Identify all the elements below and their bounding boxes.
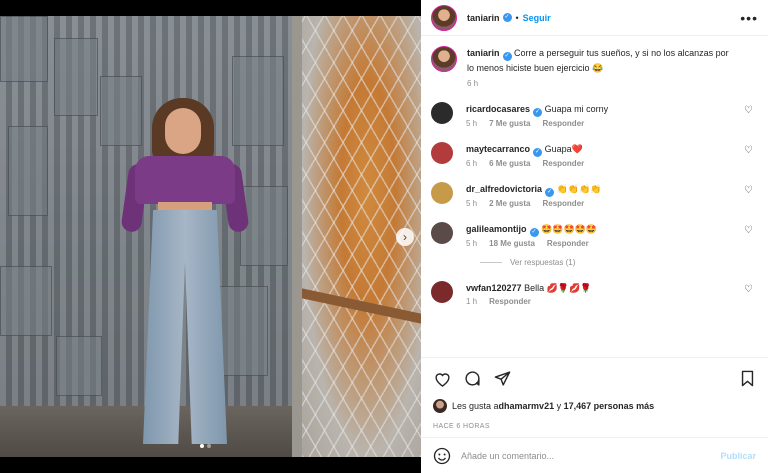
comment-text: 👏👏👏👏 (556, 184, 602, 194)
comments-list[interactable]: taniarin ✓ Corre a perseguir tus sueños, … (421, 36, 768, 357)
metal-post (292, 16, 302, 457)
reply-button[interactable]: Responder (489, 297, 531, 306)
commenter-avatar[interactable] (431, 102, 453, 124)
heart-icon[interactable]: ♡ (744, 106, 754, 116)
carousel-dots (200, 444, 211, 448)
comment-text: Guapa mi corny (544, 104, 609, 114)
comment-button[interactable] (463, 370, 481, 388)
heart-icon[interactable]: ♡ (744, 186, 754, 196)
post-side-panel: taniarin ✓ • Seguir ••• taniarin ✓ Corre … (421, 0, 768, 473)
comment-time: 6 h (466, 159, 478, 168)
post-actions (421, 357, 768, 399)
woman-figure (115, 86, 255, 457)
commenter-username[interactable]: maytecarranco (466, 144, 530, 154)
caption-avatar[interactable] (431, 46, 457, 72)
share-button[interactable] (493, 370, 511, 388)
comment-likes[interactable]: 6 Me gusta (489, 159, 530, 168)
heart-icon[interactable]: ♡ (744, 285, 754, 295)
heart-icon[interactable]: ♡ (744, 146, 754, 156)
carousel-dot (207, 444, 211, 448)
commenter-avatar[interactable] (431, 222, 453, 244)
post-media[interactable]: › (0, 0, 421, 473)
caption-username[interactable]: taniarin (467, 48, 500, 58)
reply-button[interactable]: Responder (542, 159, 584, 168)
verified-badge-icon: ✓ (502, 13, 512, 22)
comment-text: Guapa❤️ (544, 144, 583, 154)
save-button[interactable] (738, 370, 756, 388)
more-options-icon[interactable]: ••• (740, 10, 758, 26)
caption-time: 6 h (467, 79, 479, 88)
verified-badge-icon: ✓ (533, 108, 543, 117)
comment-item: dr_alfredovictoria ✓ 👏👏👏👏 5 h 2 Me gusta … (431, 182, 758, 208)
reply-button[interactable]: Responder (547, 239, 589, 248)
follow-button[interactable]: Seguir (523, 13, 551, 23)
author-avatar[interactable] (431, 4, 457, 31)
comment-icon (464, 371, 480, 386)
send-icon (494, 371, 510, 386)
comment-likes[interactable]: 2 Me gusta (489, 199, 530, 208)
reply-button[interactable]: Responder (542, 119, 584, 128)
liker-username[interactable]: dhamarmv21 (499, 401, 555, 411)
commenter-avatar[interactable] (431, 281, 453, 303)
verified-badge-icon: ✓ (545, 188, 555, 197)
post-photo (0, 16, 421, 457)
add-comment-bar: Publicar (421, 437, 768, 473)
heart-icon (434, 372, 450, 387)
comment-item: maytecarranco ✓ Guapa❤️ 6 h 6 Me gusta Re… (431, 142, 758, 168)
comment-likes[interactable]: 18 Me gusta (489, 239, 535, 248)
emoji-icon[interactable] (433, 447, 451, 465)
replies-divider (480, 262, 502, 263)
commenter-username[interactable]: ricardocasares (466, 104, 530, 114)
commenter-username[interactable]: dr_alfredovictoria (466, 184, 542, 194)
heart-icon[interactable]: ♡ (744, 226, 754, 236)
author-username[interactable]: taniarin (467, 13, 500, 23)
bookmark-icon (741, 370, 753, 387)
likes-count[interactable]: 17,467 personas más (564, 401, 655, 411)
separator-dot: • (515, 12, 519, 23)
comment-time: 5 h (466, 239, 478, 248)
view-replies-button[interactable]: Ver respuestas (1) (480, 258, 758, 267)
caption: taniarin ✓ Corre a perseguir tus sueños, … (431, 46, 758, 88)
post-header: taniarin ✓ • Seguir ••• (421, 0, 768, 36)
likes-prefix: Les gusta a (452, 401, 499, 411)
comment-time: 5 h (466, 199, 478, 208)
comment-time: 5 h (466, 119, 478, 128)
reply-button[interactable]: Responder (542, 199, 584, 208)
comment-text: Bella 💋🌹💋🌹 (524, 283, 592, 293)
verified-badge-icon: ✓ (502, 52, 512, 61)
comment-time: 1 h (466, 297, 478, 306)
commenter-avatar[interactable] (431, 142, 453, 164)
verified-badge-icon: ✓ (529, 228, 539, 237)
comment-item: galileamontijo ✓ 🤩🤩🤩🤩🤩 5 h 18 Me gusta Re… (431, 222, 758, 248)
commenter-avatar[interactable] (431, 182, 453, 204)
add-comment-input[interactable] (461, 450, 711, 461)
comment-likes[interactable]: 7 Me gusta (489, 119, 530, 128)
comment-text: 🤩🤩🤩🤩🤩 (541, 224, 598, 234)
publish-button[interactable]: Publicar (720, 451, 756, 461)
comment-item: vwfan120277 Bella 💋🌹💋🌹 1 h Responder ♡ (431, 281, 758, 306)
chevron-right-icon: › (403, 230, 407, 244)
liker-avatar[interactable] (433, 399, 447, 413)
like-button[interactable] (433, 370, 451, 388)
comment-item: ricardocasares ✓ Guapa mi corny 5 h 7 Me … (431, 102, 758, 128)
view-replies-label: Ver respuestas (1) (510, 258, 576, 267)
likes-summary: Les gusta a dhamarmv21 y 17,467 personas… (421, 399, 768, 413)
likes-middle: y (554, 401, 564, 411)
carousel-next-button[interactable]: › (396, 228, 414, 246)
carousel-dot (200, 444, 204, 448)
verified-badge-icon: ✓ (533, 148, 543, 157)
commenter-username[interactable]: galileamontijo (466, 224, 527, 234)
post-date[interactable]: HACE 6 HORAS (421, 413, 768, 437)
commenter-username[interactable]: vwfan120277 (466, 283, 522, 293)
